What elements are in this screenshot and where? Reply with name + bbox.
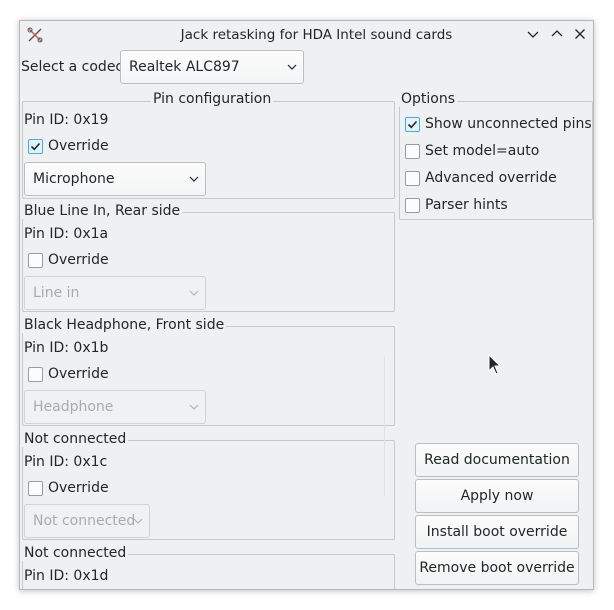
pin-id-label: Pin ID: 0x1a [24, 226, 109, 242]
pin-function-select[interactable]: Line in [24, 276, 206, 310]
pin-group-title: Black Headphone, Front side [22, 317, 227, 333]
pin-id-label: Pin ID: 0x1c [24, 454, 108, 470]
override-checkbox[interactable] [28, 367, 43, 382]
pin-function-select[interactable]: Headphone [24, 390, 206, 424]
chevron-down-icon [133, 518, 143, 524]
pin-function-select[interactable]: Not connected [24, 504, 150, 538]
override-label: Override [48, 366, 109, 382]
chevron-down-icon [189, 404, 199, 410]
override-label: Override [48, 252, 109, 268]
apply-now-button[interactable]: Apply now [415, 479, 579, 513]
pin-group-title: Not connected [22, 545, 129, 561]
close-icon[interactable] [572, 26, 588, 42]
main-window: Jack retasking for HDA Intel sound cards… [19, 20, 594, 590]
pin-function-value: Line in [33, 285, 80, 301]
override-checkbox[interactable] [28, 139, 43, 154]
maximize-icon[interactable] [549, 26, 565, 42]
title-bar[interactable]: Jack retasking for HDA Intel sound cards [20, 21, 593, 49]
mouse-cursor-icon [488, 354, 502, 375]
scrollbar[interactable] [384, 356, 385, 496]
set-model-auto-label: Set model=auto [425, 143, 540, 159]
pin-group-title: Blue Line In, Rear side [22, 203, 183, 219]
pin-id-label: Pin ID: 0x19 [24, 112, 109, 128]
read-documentation-button[interactable]: Read documentation [415, 443, 579, 477]
pin-function-value: Microphone [33, 171, 115, 187]
window-title: Jack retasking for HDA Intel sound cards [180, 27, 453, 43]
parser-hints-checkbox[interactable] [405, 198, 420, 213]
pin-id-label: Pin ID: 0x1b [24, 340, 109, 356]
set-model-auto-checkbox[interactable] [405, 144, 420, 159]
options-title: Options [399, 91, 458, 107]
override-checkbox[interactable] [28, 253, 43, 268]
override-label: Override [48, 480, 109, 496]
advanced-override-checkbox[interactable] [405, 171, 420, 186]
show-unconnected-label: Show unconnected pins [425, 116, 592, 132]
chevron-down-icon [189, 176, 199, 182]
codec-select[interactable]: Realtek ALC897 [120, 50, 304, 84]
show-unconnected-checkbox[interactable] [405, 117, 420, 132]
install-boot-override-button[interactable]: Install boot override [415, 515, 579, 549]
pin-group-title: Not connected [22, 431, 129, 447]
advanced-override-label: Advanced override [425, 170, 557, 186]
codec-select-value: Realtek ALC897 [129, 59, 240, 75]
pin-function-select[interactable]: Microphone [24, 162, 206, 196]
pin-id-label: Pin ID: 0x1d [24, 568, 109, 584]
parser-hints-label: Parser hints [425, 197, 508, 213]
chevron-down-icon [287, 64, 297, 70]
check-icon [30, 142, 41, 151]
remove-boot-override-button[interactable]: Remove boot override [415, 551, 579, 585]
codec-label: Select a codec: [21, 59, 128, 75]
pin-function-value: Not connected [33, 513, 136, 529]
chevron-down-icon [189, 290, 199, 296]
minimize-icon[interactable] [525, 26, 541, 42]
check-icon [407, 120, 418, 129]
override-checkbox[interactable] [28, 481, 43, 496]
pin-function-value: Headphone [33, 399, 114, 415]
override-label: Override [48, 138, 109, 154]
pin-group-title: Pin configuration [151, 91, 274, 107]
